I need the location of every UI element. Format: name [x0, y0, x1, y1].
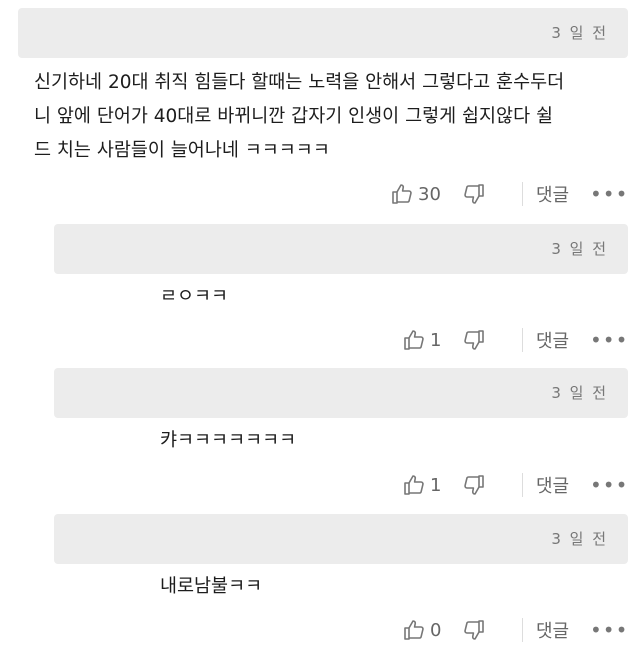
action-divider [522, 328, 523, 352]
reply-button[interactable]: 댓글 [536, 174, 569, 214]
comment-timestamp: 3 일 전 [551, 530, 608, 548]
thumbs-up-icon [402, 473, 426, 497]
more-options-button[interactable]: ••• [590, 174, 628, 214]
like-button[interactable]: 1 [402, 320, 441, 360]
comment-meta-bar: 3 일 전 [54, 224, 628, 274]
comment-actions: 30 댓글 ••• [390, 174, 640, 214]
thumbs-down-icon [462, 182, 486, 206]
reply-button[interactable]: 댓글 [536, 320, 569, 360]
more-options-button[interactable]: ••• [590, 610, 628, 650]
action-divider [522, 182, 523, 206]
comment-text: 캬ㅋㅋㅋㅋㅋㅋㅋ [160, 430, 297, 451]
comment-text: 내로남불ㅋㅋ [160, 576, 263, 597]
reply-button[interactable]: 댓글 [536, 465, 569, 505]
dislike-button[interactable] [462, 465, 486, 505]
like-button[interactable]: 0 [402, 610, 441, 650]
dislike-button[interactable] [462, 174, 486, 214]
comment-actions: 1 댓글 ••• [402, 465, 640, 505]
action-divider [522, 618, 523, 642]
dislike-button[interactable] [462, 320, 486, 360]
comment-text: ㄹㅇㅋㅋ [160, 286, 229, 307]
like-count: 30 [418, 183, 441, 205]
comment-meta-bar: 3 일 전 [18, 8, 628, 58]
thumbs-down-icon [462, 328, 486, 352]
more-options-button[interactable]: ••• [590, 320, 628, 360]
more-options-button[interactable]: ••• [590, 465, 628, 505]
like-button[interactable]: 1 [402, 465, 441, 505]
like-count: 0 [430, 619, 442, 641]
comment-actions: 1 댓글 ••• [402, 320, 640, 360]
thumbs-up-icon [402, 618, 426, 642]
comment-timestamp: 3 일 전 [551, 384, 608, 402]
action-divider [522, 473, 523, 497]
dislike-button[interactable] [462, 610, 486, 650]
thumbs-down-icon [462, 618, 486, 642]
like-count: 1 [430, 474, 442, 496]
comment-timestamp: 3 일 전 [551, 24, 608, 42]
comment-meta-bar: 3 일 전 [54, 368, 628, 418]
thumbs-up-icon [390, 182, 414, 206]
comment-text: 신기하네 20대 취직 힘들다 할때는 노력을 안해서 그렇다고 훈수두더 니 … [34, 72, 565, 161]
comment-timestamp: 3 일 전 [551, 240, 608, 258]
reply-button[interactable]: 댓글 [536, 610, 569, 650]
thumbs-up-icon [402, 328, 426, 352]
comment-meta-bar: 3 일 전 [54, 514, 628, 564]
like-count: 1 [430, 329, 442, 351]
comment-actions: 0 댓글 ••• [402, 610, 640, 650]
thumbs-down-icon [462, 473, 486, 497]
like-button[interactable]: 30 [390, 174, 441, 214]
